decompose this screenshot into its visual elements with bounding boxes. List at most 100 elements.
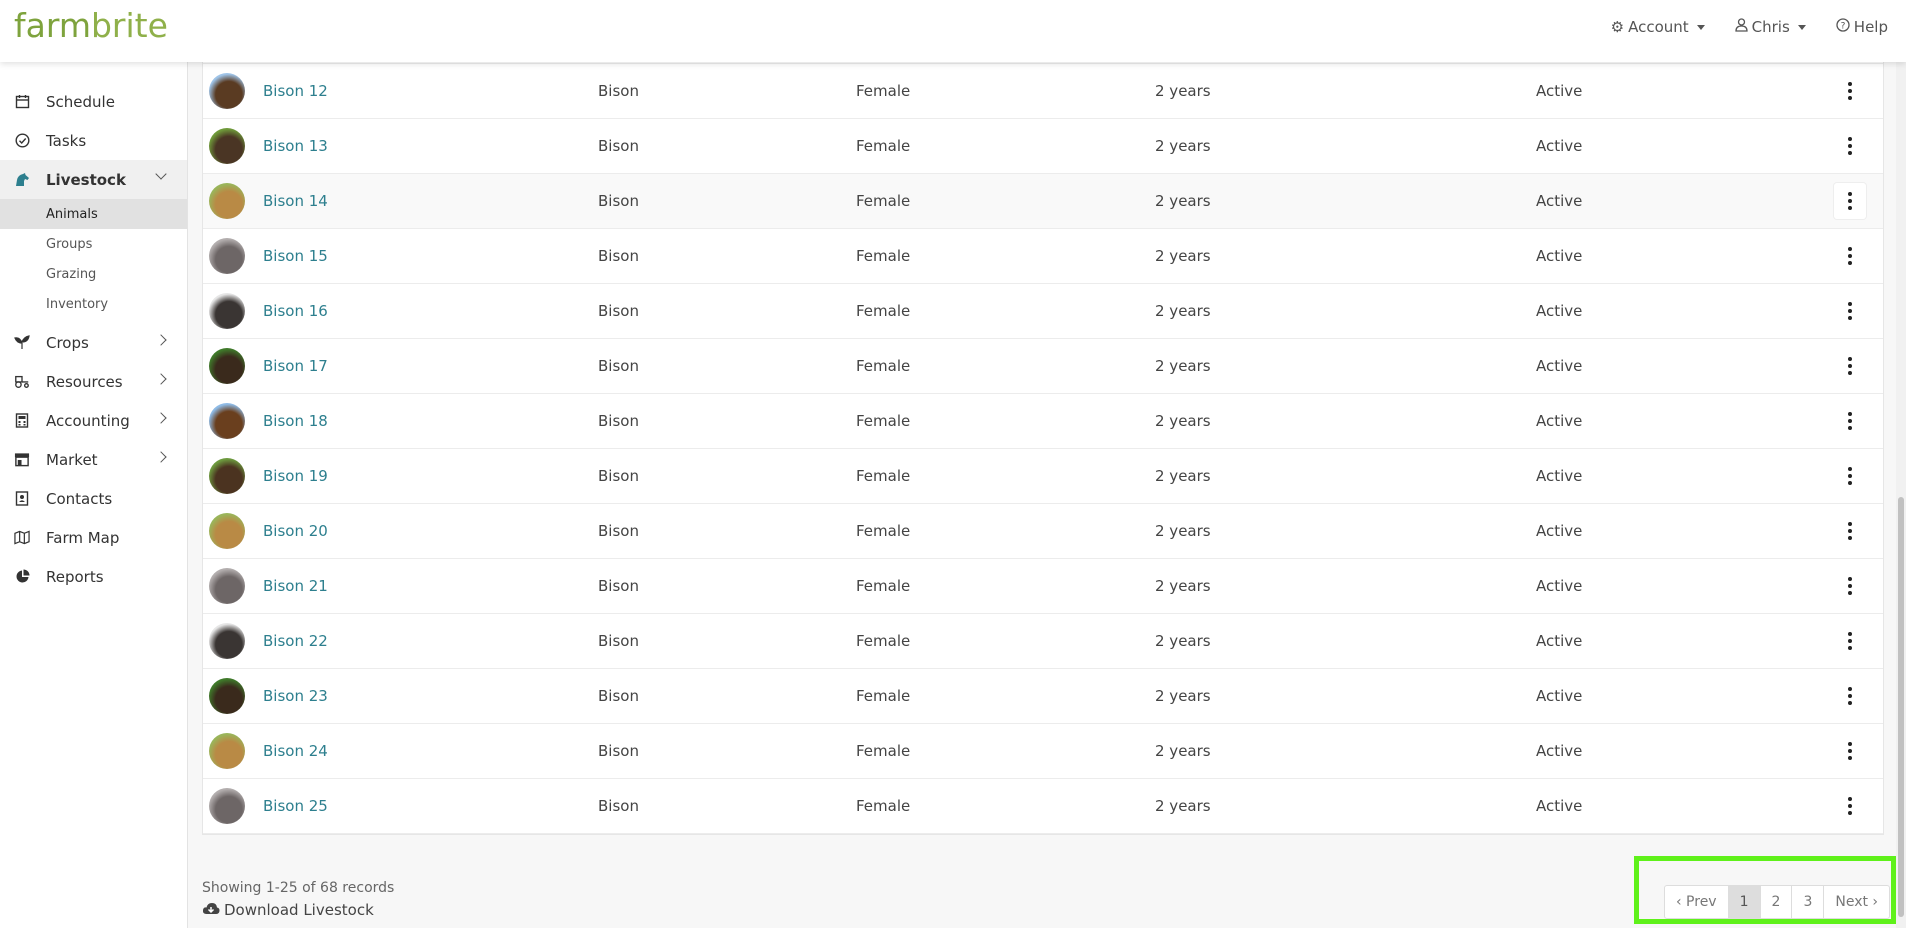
pagination-highlight: ‹ Prev 1 2 3 Next › [1634,856,1896,924]
animal-name-link[interactable]: Bison 12 [263,82,328,100]
pie-chart-icon [14,569,30,585]
row-actions-button[interactable] [1834,623,1866,659]
animal-age: 2 years [1155,192,1211,210]
farmbrite-logo[interactable]: farmbrite [14,6,168,45]
row-actions-button[interactable] [1834,733,1866,769]
table-row[interactable]: Bison 12 Bison Female 2 years Active [203,64,1883,119]
animal-photo[interactable] [209,458,245,494]
animal-photo[interactable] [209,348,245,384]
prev-page-button[interactable]: ‹ Prev [1665,886,1729,918]
row-actions-button[interactable] [1834,513,1866,549]
table-row[interactable]: Bison 16 Bison Female 2 years Active [203,284,1883,339]
kebab-menu-icon [1848,247,1852,265]
chevron-right-icon [155,373,167,385]
kebab-menu-icon [1848,192,1852,210]
table-row[interactable]: Bison 18 Bison Female 2 years Active [203,394,1883,449]
row-actions-button[interactable] [1834,183,1866,219]
sidebar-item-crops[interactable]: Crops [0,323,187,362]
animal-name-link[interactable]: Bison 25 [263,797,328,815]
animal-name-link[interactable]: Bison 22 [263,632,328,650]
table-row[interactable]: Bison 24 Bison Female 2 years Active [203,724,1883,779]
animal-name-link[interactable]: Bison 16 [263,302,328,320]
row-actions-button[interactable] [1834,458,1866,494]
table-row[interactable]: Bison 21 Bison Female 2 years Active [203,559,1883,614]
row-actions-button[interactable] [1834,238,1866,274]
row-actions-button[interactable] [1834,348,1866,384]
table-row[interactable]: Bison 14 Bison Female 2 years Active [203,174,1883,229]
sidebar-label: Livestock [46,170,126,189]
sidebar-sublabel: Grazing [46,266,97,282]
help-link[interactable]: ? Help [1836,18,1888,36]
animal-name-link[interactable]: Bison 19 [263,467,328,485]
animal-photo[interactable] [209,183,245,219]
animal-name-link[interactable]: Bison 17 [263,357,328,375]
animal-photo[interactable] [209,568,245,604]
scrollbar-thumb[interactable] [1898,497,1904,917]
account-menu[interactable]: ⚙ Account [1611,18,1705,36]
user-menu[interactable]: Chris [1735,18,1806,36]
animal-name-link[interactable]: Bison 23 [263,687,328,705]
animal-photo[interactable] [209,788,245,824]
page-scrollbar[interactable] [1896,62,1906,928]
animal-name-link[interactable]: Bison 14 [263,192,328,210]
animal-name-link[interactable]: Bison 15 [263,247,328,265]
sidebar-subitem-grazing[interactable]: Grazing [0,259,187,289]
table-row[interactable]: Bison 23 Bison Female 2 years Active [203,669,1883,724]
page-button-1[interactable]: 1 [1728,886,1761,918]
row-actions-button[interactable] [1834,128,1866,164]
svg-text:?: ? [1840,22,1845,32]
animal-name-link[interactable]: Bison 20 [263,522,328,540]
table-row[interactable]: Bison 13 Bison Female 2 years Active [203,119,1883,174]
cloud-download-icon [202,901,220,919]
sidebar-item-contacts[interactable]: Contacts [0,479,187,518]
table-row[interactable]: Bison 15 Bison Female 2 years Active [203,229,1883,284]
next-page-button[interactable]: Next › [1824,886,1889,918]
animal-photo[interactable] [209,733,245,769]
animal-photo[interactable] [209,238,245,274]
table-row[interactable]: Bison 22 Bison Female 2 years Active [203,614,1883,669]
sidebar-subitem-animals[interactable]: Animals [0,199,187,229]
row-actions-button[interactable] [1834,788,1866,824]
animal-photo[interactable] [209,513,245,549]
animal-sex: Female [856,137,911,155]
sidebar-item-market[interactable]: Market [0,440,187,479]
row-actions-button[interactable] [1834,403,1866,439]
animal-status: Active [1536,522,1583,540]
animal-photo[interactable] [209,73,245,109]
table-row[interactable]: Bison 19 Bison Female 2 years Active [203,449,1883,504]
sidebar-item-accounting[interactable]: Accounting [0,401,187,440]
animal-name-link[interactable]: Bison 21 [263,577,328,595]
sidebar-item-resources[interactable]: Resources [0,362,187,401]
animal-photo[interactable] [209,293,245,329]
sidebar-item-farm-map[interactable]: Farm Map [0,518,187,557]
animal-name-link[interactable]: Bison 18 [263,412,328,430]
animal-name-link[interactable]: Bison 24 [263,742,328,760]
sidebar-subitem-inventory[interactable]: Inventory [0,289,187,319]
row-actions-button[interactable] [1834,73,1866,109]
animal-species: Bison [598,357,639,375]
row-actions-button[interactable] [1834,293,1866,329]
sidebar-item-schedule[interactable]: Schedule [0,82,187,121]
animal-photo[interactable] [209,403,245,439]
page-button-3[interactable]: 3 [1792,886,1825,918]
table-row[interactable]: Bison 25 Bison Female 2 years Active [203,779,1883,834]
animal-age: 2 years [1155,82,1211,100]
sidebar-item-livestock[interactable]: Livestock [0,160,187,199]
sidebar-label: Resources [46,372,123,391]
animal-photo[interactable] [209,623,245,659]
animal-status: Active [1536,412,1583,430]
animal-photo[interactable] [209,678,245,714]
table-row[interactable]: Bison 17 Bison Female 2 years Active [203,339,1883,394]
row-actions-button[interactable] [1834,678,1866,714]
sidebar-subitem-groups[interactable]: Groups [0,229,187,259]
sidebar-item-tasks[interactable]: Tasks [0,121,187,160]
animal-species: Bison [598,467,639,485]
sidebar-label: Accounting [46,411,130,430]
row-actions-button[interactable] [1834,568,1866,604]
download-livestock-link[interactable]: Download Livestock [202,901,374,919]
page-button-2[interactable]: 2 [1761,886,1793,918]
animal-photo[interactable] [209,128,245,164]
table-row[interactable]: Bison 20 Bison Female 2 years Active [203,504,1883,559]
sidebar-item-reports[interactable]: Reports [0,557,187,596]
animal-name-link[interactable]: Bison 13 [263,137,328,155]
